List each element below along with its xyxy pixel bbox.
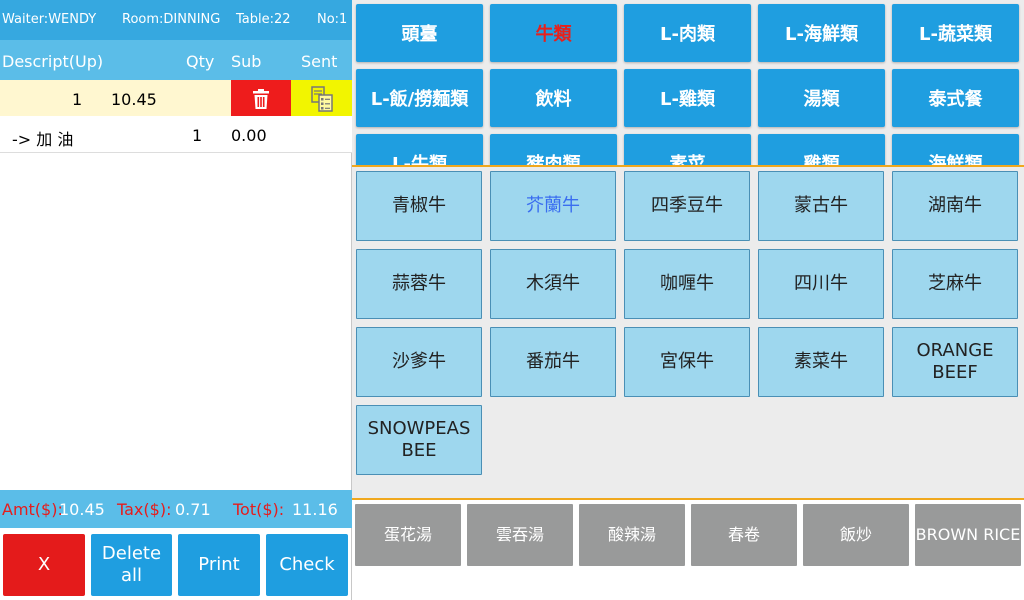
- menu-item-button[interactable]: 四季豆牛: [624, 171, 750, 241]
- print-button[interactable]: Print: [178, 534, 260, 596]
- menu-item-button[interactable]: 湖南牛: [892, 171, 1018, 241]
- col-sent: Sent: [301, 52, 338, 71]
- modifier-price: 0.00: [231, 126, 267, 145]
- category-button[interactable]: L-肉類: [624, 4, 751, 62]
- menu-item-button[interactable]: 蒜蓉牛: [356, 249, 482, 319]
- order-line-item[interactable]: 1 10.45: [0, 80, 352, 117]
- trash-icon: [253, 88, 269, 109]
- tax-value: 0.71: [175, 500, 211, 519]
- menu-item-grid: 青椒牛 芥蘭牛 四季豆牛 蒙古牛 湖南牛蒜蓉牛 木須牛 咖喱牛 四川牛 芝麻牛沙爹牛 番茄牛 宮保牛…: [352, 167, 1024, 498]
- amount-value: 10.45: [59, 500, 105, 519]
- quick-item-button[interactable]: 飯炒: [803, 504, 909, 566]
- quick-item-button[interactable]: BROWN RICE: [915, 504, 1021, 566]
- category-button[interactable]: 湯類: [758, 69, 885, 127]
- modifier-qty: 1: [192, 126, 203, 145]
- category-button[interactable]: L-牛類: [356, 134, 483, 165]
- total-value: 11.16: [292, 500, 338, 519]
- check-button[interactable]: Check: [266, 534, 348, 596]
- menu-item-button[interactable]: 宮保牛: [624, 327, 750, 397]
- menu-item-button[interactable]: 木須牛: [490, 249, 616, 319]
- order-info-bar: Waiter:WENDY Room:DINNING Table:22 No:1: [0, 0, 352, 40]
- room-label: Room:DINNING: [122, 12, 221, 27]
- col-descript[interactable]: Descript(Up): [2, 52, 103, 71]
- category-button[interactable]: L-雞類: [624, 69, 751, 127]
- menu-item-button[interactable]: 四川牛: [758, 249, 884, 319]
- order-number-label: No:1: [317, 12, 348, 27]
- category-button[interactable]: L-蔬菜類: [892, 4, 1019, 62]
- cancel-order-button[interactable]: X: [3, 534, 85, 596]
- quick-item-button[interactable]: 蛋花湯: [355, 504, 461, 566]
- menu-item-button[interactable]: ORANGE BEEF: [892, 327, 1018, 397]
- category-button[interactable]: 泰式餐: [892, 69, 1019, 127]
- category-button[interactable]: 素菜: [624, 134, 751, 165]
- modifier-desc: -> 加 油: [12, 130, 74, 149]
- send-to-kitchen-button[interactable]: [291, 80, 352, 117]
- menu-item-button[interactable]: 蒙古牛: [758, 171, 884, 241]
- order-panel: Waiter:WENDY Room:DINNING Table:22 No:1 …: [0, 0, 352, 600]
- category-button[interactable]: 飲料: [490, 69, 617, 127]
- menu-item-button[interactable]: 沙爹牛: [356, 327, 482, 397]
- order-modifier-row[interactable]: -> 加 油 1 0.00: [0, 116, 352, 153]
- col-qty: Qty: [186, 52, 215, 71]
- order-column-header: Descript(Up) Qty Sub Sent: [0, 40, 352, 80]
- waiter-label: Waiter:WENDY: [2, 12, 97, 27]
- menu-item-button[interactable]: 芝麻牛: [892, 249, 1018, 319]
- line-price: 10.45: [111, 90, 157, 109]
- menu-item-button[interactable]: 番茄牛: [490, 327, 616, 397]
- col-sub: Sub: [231, 52, 262, 71]
- quick-item-button[interactable]: 雲吞湯: [467, 504, 573, 566]
- menu-item-button[interactable]: 素菜牛: [758, 327, 884, 397]
- delete-all-button[interactable]: Delete all: [91, 534, 172, 596]
- menu-item-button[interactable]: 芥蘭牛: [490, 171, 616, 241]
- category-button[interactable]: 豬肉類: [490, 134, 617, 165]
- quick-item-button[interactable]: 春卷: [691, 504, 797, 566]
- category-button[interactable]: L-海鮮類: [758, 4, 885, 62]
- menu-item-button[interactable]: SNOWPEAS BEE: [356, 405, 482, 475]
- line-qty: 1: [72, 90, 83, 109]
- pos-screen: Waiter:WENDY Room:DINNING Table:22 No:1 …: [0, 0, 1024, 600]
- category-button[interactable]: 海鮮類: [892, 134, 1019, 165]
- menu-item-button[interactable]: 咖喱牛: [624, 249, 750, 319]
- category-button[interactable]: 雞類: [758, 134, 885, 165]
- tax-label: Tax($):: [117, 500, 172, 519]
- quick-items-bar: 蛋花湯 雲吞湯 酸辣湯 春卷 飯炒 BROWN RICE: [352, 500, 1024, 600]
- category-button[interactable]: 頭臺: [356, 4, 483, 62]
- amount-label: Amt($):: [2, 500, 63, 519]
- total-label: Tot($):: [233, 500, 285, 519]
- category-button[interactable]: L-飯/撈麵類: [356, 69, 483, 127]
- category-button[interactable]: 牛類: [490, 4, 617, 62]
- category-panel: 頭臺 牛類 L-肉類 L-海鮮類 L-蔬菜類 L-飯/撈麵類 飲料 L-雞類 湯類 泰式餐 L-牛類…: [352, 0, 1024, 165]
- table-label: Table:22: [236, 12, 291, 27]
- quick-item-button[interactable]: 酸辣湯: [579, 504, 685, 566]
- totals-bar: Amt($): 10.45 Tax($): 0.71 Tot($): 11.16: [0, 490, 352, 528]
- delete-line-button[interactable]: [231, 80, 291, 117]
- menu-item-button[interactable]: 青椒牛: [356, 171, 482, 241]
- kitchen-ticket-icon: [310, 85, 333, 112]
